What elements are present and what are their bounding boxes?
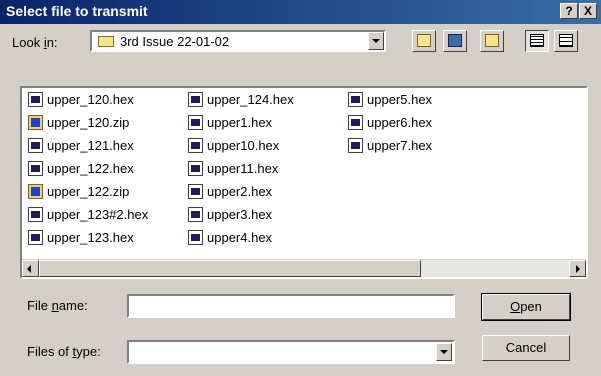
file-item[interactable]: upper2.hex (188, 184, 272, 203)
file-item[interactable]: upper_120.hex (28, 92, 134, 111)
hex-file-icon (28, 138, 43, 153)
file-list[interactable]: upper_120.hex upper_120.zip upper_121.he… (20, 86, 588, 279)
file-name-input[interactable] (127, 294, 455, 318)
file-item[interactable]: upper7.hex (348, 138, 432, 157)
cancel-button[interactable]: Cancel (482, 335, 570, 361)
hex-file-icon (188, 161, 203, 176)
new-folder-icon (485, 34, 499, 47)
details-view-button[interactable] (554, 30, 578, 52)
window-title: Select file to transmit (6, 3, 148, 19)
hex-file-icon (28, 207, 43, 222)
file-item[interactable]: upper1.hex (188, 115, 272, 134)
look-in-label: Look in: (12, 35, 58, 50)
up-one-level-button[interactable] (412, 30, 436, 52)
scroll-thumb[interactable] (39, 260, 421, 277)
files-of-type-label: Files of type: (27, 344, 101, 359)
hex-file-icon (188, 184, 203, 199)
desktop-icon (448, 34, 462, 47)
file-item[interactable]: upper_121.hex (28, 138, 134, 157)
up-one-level-icon (417, 34, 431, 47)
details-view-icon (559, 34, 573, 47)
file-item[interactable]: upper11.hex (188, 161, 278, 180)
zip-file-icon (28, 184, 43, 199)
new-folder-button[interactable] (480, 30, 504, 52)
hex-file-icon (28, 230, 43, 245)
file-item[interactable]: upper10.hex (188, 138, 279, 157)
hex-file-icon (348, 92, 363, 107)
look-in-dropdown-button[interactable] (368, 32, 384, 50)
horizontal-scrollbar[interactable] (22, 259, 586, 277)
hex-file-icon (188, 138, 203, 153)
file-item[interactable]: upper_124.hex (188, 92, 294, 111)
file-item[interactable]: upper_120.zip (28, 115, 129, 134)
look-in-value: 3rd Issue 22-01-02 (120, 34, 230, 49)
file-item[interactable]: upper_123.hex (28, 230, 134, 249)
file-item[interactable]: upper4.hex (188, 230, 272, 249)
close-button[interactable]: X (579, 3, 597, 19)
hex-file-icon (348, 115, 363, 130)
scroll-left-button[interactable] (22, 260, 39, 277)
file-item[interactable]: upper5.hex (348, 92, 432, 111)
file-item[interactable]: upper3.hex (188, 207, 272, 226)
help-button[interactable]: ? (560, 3, 578, 19)
open-button[interactable]: Open (481, 293, 571, 321)
file-item[interactable]: upper_122.hex (28, 161, 134, 180)
hex-file-icon (188, 115, 203, 130)
list-view-icon (530, 34, 544, 47)
folder-icon (98, 36, 114, 47)
files-of-type-select[interactable] (127, 340, 455, 364)
list-view-button[interactable] (525, 30, 549, 52)
zip-file-icon (28, 115, 43, 130)
files-of-type-dropdown-button[interactable] (436, 343, 452, 361)
hex-file-icon (28, 161, 43, 176)
hex-file-icon (188, 92, 203, 107)
file-item[interactable]: upper6.hex (348, 115, 432, 134)
file-name-label: File name: (27, 298, 88, 313)
desktop-button[interactable] (443, 30, 467, 52)
hex-file-icon (28, 92, 43, 107)
hex-file-icon (188, 230, 203, 245)
hex-file-icon (188, 207, 203, 222)
file-item[interactable]: upper_123#2.hex (28, 207, 148, 226)
hex-file-icon (348, 138, 363, 153)
look-in-combo[interactable]: 3rd Issue 22-01-02 (90, 30, 386, 52)
scroll-right-button[interactable] (569, 260, 586, 277)
file-item[interactable]: upper_122.zip (28, 184, 129, 203)
title-bar: Select file to transmit ? X (0, 0, 601, 24)
